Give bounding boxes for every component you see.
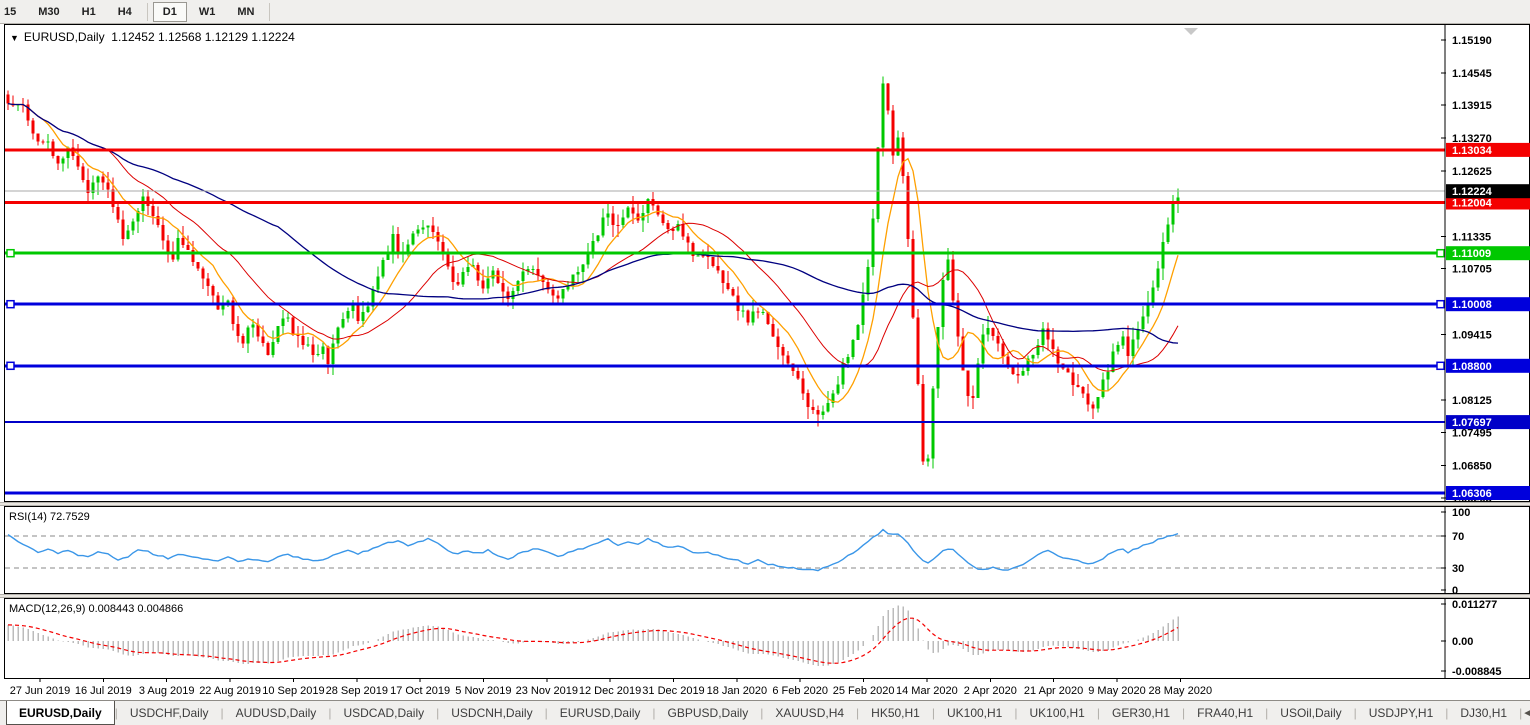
svg-text:1.10008: 1.10008 (1452, 299, 1492, 311)
svg-text:1.10705: 1.10705 (1452, 264, 1492, 276)
toolbar-separator (147, 3, 148, 21)
svg-text:1.07495: 1.07495 (1452, 427, 1492, 439)
svg-text:14 Mar 2020: 14 Mar 2020 (896, 685, 958, 697)
macd-indicator-panel[interactable]: 0.011277 0.00 -0.008845 (0, 598, 1530, 679)
svg-text:100: 100 (1452, 507, 1470, 519)
rsi-indicator-panel[interactable]: 100 70 30 0 (0, 506, 1530, 594)
svg-text:18 Jan 2020: 18 Jan 2020 (707, 685, 768, 697)
svg-text:1.08800: 1.08800 (1452, 361, 1492, 373)
svg-text:1.12004: 1.12004 (1452, 198, 1493, 210)
timeframe-button-m30[interactable]: M30 (28, 2, 69, 22)
chart-tab-xauusd-h4[interactable]: XAUUSD,H4 (763, 701, 856, 725)
svg-text:0: 0 (1452, 585, 1458, 594)
chart-tab-uk100-h1[interactable]: UK100,H1 (1017, 701, 1096, 725)
svg-text:23 Nov 2019: 23 Nov 2019 (516, 685, 578, 697)
svg-text:6 Feb 2020: 6 Feb 2020 (772, 685, 828, 697)
chart-tab-hk50-h1[interactable]: HK50,H1 (859, 701, 932, 725)
chart-tab-bar: EURUSD,Daily|USDCHF,Daily|AUDUSD,Daily|U… (0, 700, 1530, 725)
chart-tab-audusd-daily[interactable]: AUDUSD,Daily (224, 701, 329, 725)
chart-tab-usdchf-daily[interactable]: USDCHF,Daily (118, 701, 221, 725)
svg-text:1.06850: 1.06850 (1452, 460, 1492, 472)
svg-text:21 Apr 2020: 21 Apr 2020 (1024, 685, 1083, 697)
timeframe-button-h4[interactable]: H4 (108, 2, 142, 22)
timeframe-button-d1[interactable]: D1 (153, 2, 187, 22)
svg-text:1.08125: 1.08125 (1452, 395, 1492, 407)
main-price-chart[interactable]: 1.151901.145451.139151.132701.126251.113… (0, 24, 1530, 502)
svg-text:31 Dec 2019: 31 Dec 2019 (642, 685, 704, 697)
svg-text:3 Aug 2019: 3 Aug 2019 (139, 685, 195, 697)
svg-text:0.00: 0.00 (1452, 636, 1473, 648)
svg-text:22 Aug 2019: 22 Aug 2019 (199, 685, 261, 697)
svg-text:28 Sep 2019: 28 Sep 2019 (326, 685, 388, 697)
svg-text:1.12224: 1.12224 (1452, 186, 1493, 198)
svg-text:12 Dec 2019: 12 Dec 2019 (579, 685, 641, 697)
svg-text:27 Jun 2019: 27 Jun 2019 (10, 685, 71, 697)
tab-scroll-controls: ◄► (1522, 701, 1530, 725)
svg-text:1.11335: 1.11335 (1452, 232, 1491, 244)
svg-text:1.09415: 1.09415 (1452, 330, 1492, 342)
svg-text:1.15190: 1.15190 (1452, 35, 1492, 47)
chart-tab-usdjpy-h1[interactable]: USDJPY,H1 (1357, 701, 1445, 725)
chart-tab-dj30-h1[interactable]: DJ30,H1 (1448, 701, 1519, 725)
svg-text:16 Jul 2019: 16 Jul 2019 (75, 685, 132, 697)
chart-tab-ger30-h1[interactable]: GER30,H1 (1100, 701, 1182, 725)
svg-text:9 May 2020: 9 May 2020 (1088, 685, 1145, 697)
svg-text:2 Apr 2020: 2 Apr 2020 (964, 685, 1017, 697)
svg-text:1.13034: 1.13034 (1452, 145, 1493, 157)
timeframe-toolbar: 15M30H1H4 D1W1MN (0, 0, 1530, 24)
chart-tab-usoil-daily[interactable]: USOil,Daily (1268, 701, 1353, 725)
timeframe-button-w1[interactable]: W1 (189, 2, 226, 22)
svg-text:70: 70 (1452, 531, 1464, 543)
chart-tab-eurusd-daily[interactable]: EURUSD,Daily (548, 701, 653, 725)
tab-scroll-left-icon[interactable]: ◄ (1522, 708, 1530, 719)
timeframe-button-h1[interactable]: H1 (72, 2, 106, 22)
svg-text:-0.008845: -0.008845 (1452, 666, 1502, 678)
svg-text:0.011277: 0.011277 (1452, 599, 1497, 611)
chart-tab-usdcad-daily[interactable]: USDCAD,Daily (331, 701, 436, 725)
chart-tab-gbpusd-daily[interactable]: GBPUSD,Daily (656, 701, 761, 725)
svg-text:17 Oct 2019: 17 Oct 2019 (390, 685, 450, 697)
timeframe-button-15[interactable]: 15 (0, 2, 26, 22)
chart-tab-eurusd-daily[interactable]: EURUSD,Daily (6, 701, 115, 725)
svg-text:1.14545: 1.14545 (1452, 68, 1492, 80)
svg-text:28 May 2020: 28 May 2020 (1148, 685, 1212, 697)
svg-text:1.07697: 1.07697 (1452, 417, 1492, 429)
toolbar-separator (269, 3, 270, 21)
svg-text:1.12625: 1.12625 (1452, 166, 1492, 178)
chart-tab-uk100-h1[interactable]: UK100,H1 (935, 701, 1014, 725)
svg-text:1.13915: 1.13915 (1452, 100, 1492, 112)
svg-text:10 Sep 2019: 10 Sep 2019 (262, 685, 324, 697)
chart-tab-fra40-h1[interactable]: FRA40,H1 (1185, 701, 1265, 725)
timeframe-button-mn[interactable]: MN (227, 2, 264, 22)
chart-tab-usdcnh-daily[interactable]: USDCNH,Daily (439, 701, 544, 725)
svg-text:5 Nov 2019: 5 Nov 2019 (455, 685, 511, 697)
svg-text:1.06306: 1.06306 (1452, 488, 1492, 500)
svg-text:30: 30 (1452, 563, 1464, 575)
svg-text:1.11009: 1.11009 (1452, 248, 1491, 260)
date-axis[interactable]: 27 Jun 2019 16 Jul 2019 3 Aug 2019 22 Aug 2… (0, 679, 1530, 700)
svg-text:25 Feb 2020: 25 Feb 2020 (833, 685, 895, 697)
